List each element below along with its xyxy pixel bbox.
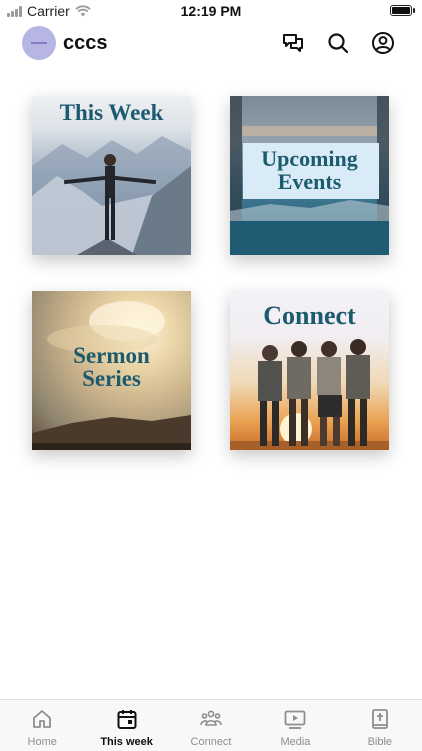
tab-bible-label: Bible — [367, 736, 393, 748]
bottom-tab-bar: Home This week Connect Media Bible — [0, 699, 422, 751]
account-button[interactable] — [371, 31, 395, 55]
people-icon — [200, 708, 222, 730]
tab-this-week-label: This week — [100, 736, 153, 748]
tile-upcoming-events-title: Upcoming Events — [261, 146, 358, 194]
tile-this-week[interactable]: This Week — [32, 96, 191, 255]
tab-media[interactable]: Media — [253, 700, 337, 751]
tab-home-label: Home — [27, 736, 57, 748]
tile-this-week-title: This Week — [59, 100, 164, 125]
bible-icon — [369, 708, 391, 730]
home-icon — [31, 708, 53, 730]
calendar-icon — [116, 708, 138, 730]
tab-media-label: Media — [280, 736, 311, 748]
tab-home[interactable]: Home — [0, 700, 84, 751]
search-icon — [328, 33, 349, 54]
status-bar: Carrier 12:19 PM — [0, 0, 422, 22]
search-button[interactable] — [326, 31, 350, 55]
tile-connect-title: Connect — [263, 301, 356, 330]
messages-button[interactable] — [281, 31, 305, 55]
tile-sermon-series[interactable]: Sermon Series — [32, 291, 191, 450]
tab-connect[interactable]: Connect — [169, 700, 253, 751]
tab-connect-label: Connect — [190, 736, 232, 748]
play-icon — [284, 708, 306, 730]
tile-sermon-series-title: Sermon Series — [73, 343, 150, 391]
status-time: 12:19 PM — [180, 3, 242, 19]
app-title: cccs — [63, 32, 108, 54]
church-logo-avatar[interactable] — [22, 26, 56, 60]
tile-upcoming-events[interactable]: Upcoming Events — [230, 96, 389, 255]
app-header: cccs — [0, 22, 422, 66]
tile-connect[interactable]: Connect — [230, 291, 389, 450]
chat-icon — [283, 34, 303, 52]
battery-icon — [390, 5, 415, 16]
tab-this-week[interactable]: This week — [84, 700, 168, 751]
tab-bible[interactable]: Bible — [338, 700, 422, 751]
account-icon — [372, 32, 394, 54]
